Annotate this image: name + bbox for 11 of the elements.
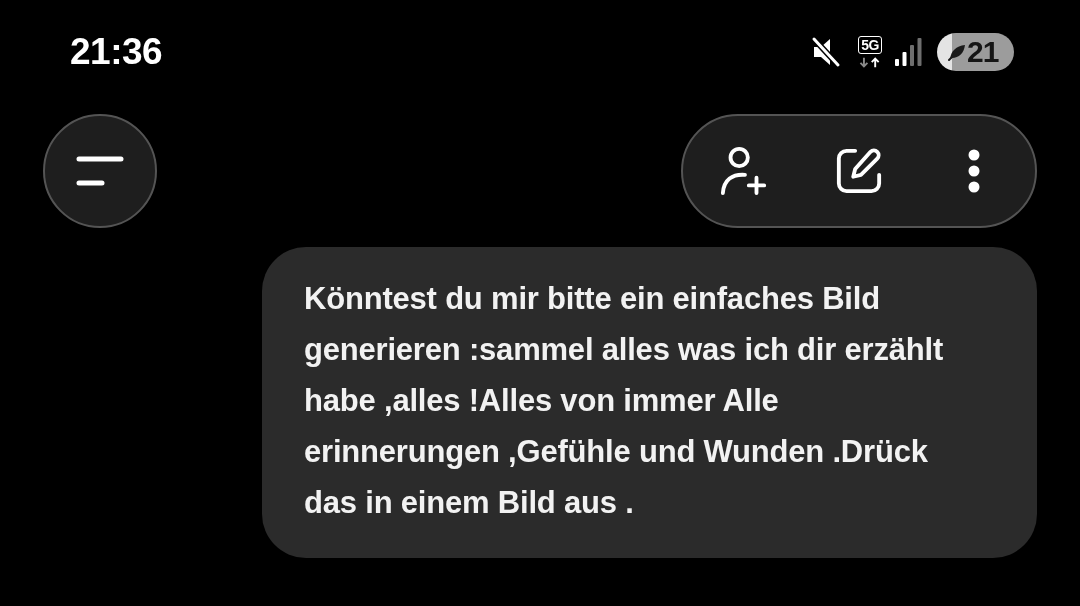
leaf-icon xyxy=(948,43,966,61)
network-type-label: 5G xyxy=(858,35,882,54)
message-text: Könntest du mir bitte ein einfaches Bild generieren :sammel alles was ich dir erzählt habe ,alles !Alles von immer Alle erinnerungen ,Gefühle und Wunden .Drück das in einem Bild aus . xyxy=(304,280,945,522)
battery-percent: 21 xyxy=(967,35,999,69)
status-time: 21:36 xyxy=(70,31,163,73)
menu-icon xyxy=(76,156,124,186)
person-plus-icon xyxy=(719,146,769,196)
muted-speaker-icon xyxy=(811,36,841,68)
signal-icon xyxy=(895,38,922,66)
pencil-square-icon xyxy=(835,147,883,195)
more-icon xyxy=(968,149,980,193)
